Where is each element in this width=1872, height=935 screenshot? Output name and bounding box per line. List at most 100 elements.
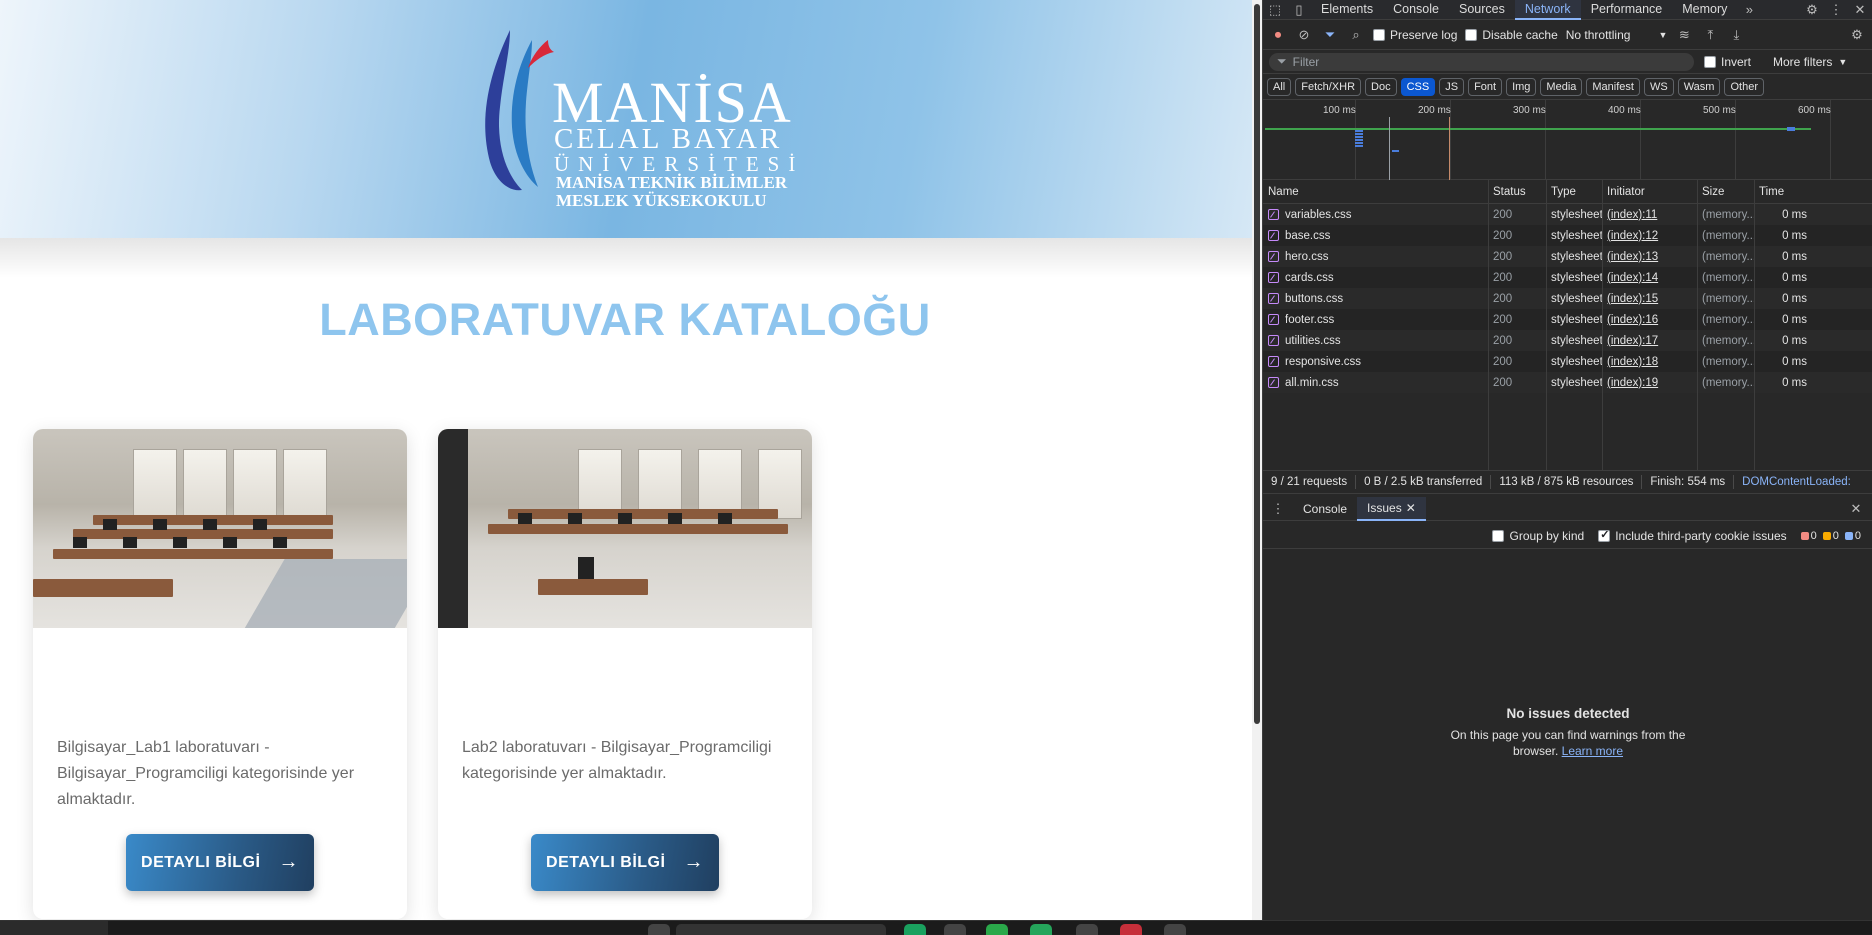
type-filter-media[interactable]: Media xyxy=(1540,77,1583,96)
invert-checkbox[interactable]: Invert xyxy=(1704,55,1751,69)
taskbar-app-icon[interactable] xyxy=(904,924,926,935)
column-time[interactable]: Time xyxy=(1754,180,1811,203)
more-tabs-icon[interactable]: » xyxy=(1737,0,1761,20)
type-filter-wasm[interactable]: Wasm xyxy=(1677,77,1721,96)
requests-table: Name Status Type Initiator Size Time var… xyxy=(1263,180,1872,470)
taskbar-app-icon[interactable] xyxy=(1076,924,1098,935)
table-row[interactable]: utilities.css 200 stylesheet (index):17 (mem… xyxy=(1263,330,1872,351)
drawer-menu-icon[interactable]: ⋮ xyxy=(1269,500,1287,518)
info-count: 0 xyxy=(1844,530,1861,542)
column-initiator[interactable]: Initiator xyxy=(1602,180,1697,203)
cell-initiator[interactable]: (index):16 xyxy=(1602,309,1697,330)
type-filter-img[interactable]: Img xyxy=(1506,77,1537,96)
cell-initiator[interactable]: (index):19 xyxy=(1602,372,1697,393)
export-icon[interactable]: ⤓ xyxy=(1727,26,1745,44)
device-toolbar-icon[interactable]: ▯ xyxy=(1287,0,1311,20)
taskbar-app-icon[interactable] xyxy=(648,924,670,935)
type-filter-other[interactable]: Other xyxy=(1724,77,1764,96)
preserve-log-checkbox[interactable]: Preserve log xyxy=(1373,28,1457,42)
wifi-icon[interactable]: ≋ xyxy=(1675,26,1693,44)
scrollbar-thumb[interactable] xyxy=(1254,4,1260,724)
cell-name[interactable]: all.min.css xyxy=(1263,372,1488,393)
lab-1-details-button[interactable]: DETAYLI BİLGİ → xyxy=(126,834,314,891)
cell-name[interactable]: cards.css xyxy=(1263,267,1488,288)
drawer-tab-console[interactable]: Console xyxy=(1293,497,1357,521)
cell-name[interactable]: base.css xyxy=(1263,225,1488,246)
lab-2-details-button[interactable]: DETAYLI BİLGİ → xyxy=(531,834,719,891)
taskbar-app-icon[interactable] xyxy=(1164,924,1186,935)
type-filter-ws[interactable]: WS xyxy=(1643,77,1674,96)
cell-initiator[interactable]: (index):14 xyxy=(1602,267,1697,288)
table-row[interactable]: all.min.css 200 stylesheet (index):19 (memor… xyxy=(1263,372,1872,393)
group-by-kind-checkbox[interactable]: Group by kind xyxy=(1492,529,1584,543)
table-row[interactable]: base.css 200 stylesheet (index):12 (memory..… xyxy=(1263,225,1872,246)
filter-icon[interactable]: ⏷ xyxy=(1321,26,1339,44)
more-options-icon[interactable]: ⋮ xyxy=(1824,0,1848,20)
more-filters-dropdown[interactable]: More filters ▼ xyxy=(1773,55,1847,69)
drawer-tab-issues[interactable]: Issues ✕ xyxy=(1357,496,1426,521)
type-filter-js[interactable]: JS xyxy=(1439,77,1465,96)
cell-initiator[interactable]: (index):15 xyxy=(1602,288,1697,309)
type-filter-doc[interactable]: Doc xyxy=(1365,77,1397,96)
settings-icon[interactable]: ⚙ xyxy=(1800,0,1824,20)
inspect-element-icon[interactable]: ⬚ xyxy=(1263,0,1287,20)
stylesheet-icon xyxy=(1268,272,1279,283)
table-row[interactable]: variables.css 200 stylesheet (index):11 (mem… xyxy=(1263,204,1872,225)
cell-initiator[interactable]: (index):18 xyxy=(1602,351,1697,372)
column-type[interactable]: Type xyxy=(1546,180,1602,203)
clear-icon[interactable]: ⊘ xyxy=(1295,26,1313,44)
taskbar-search-box[interactable] xyxy=(676,924,886,935)
cell-name[interactable]: utilities.css xyxy=(1263,330,1488,351)
taskbar-app-icon[interactable] xyxy=(1120,924,1142,935)
page-scrollbar[interactable] xyxy=(1252,0,1262,920)
throttling-select[interactable]: No throttling ▼ xyxy=(1566,28,1668,42)
cell-name[interactable]: responsive.css xyxy=(1263,351,1488,372)
filter-input[interactable]: ⏷ Filter xyxy=(1269,52,1694,71)
taskbar-app-icon[interactable] xyxy=(1030,924,1052,935)
third-party-checkbox[interactable]: Include third-party cookie issues xyxy=(1598,528,1787,543)
type-filter-css[interactable]: CSS xyxy=(1400,77,1436,96)
cell-initiator[interactable]: (index):12 xyxy=(1602,225,1697,246)
tab-elements[interactable]: Elements xyxy=(1311,0,1383,20)
tab-console[interactable]: Console xyxy=(1383,0,1449,20)
cell-initiator[interactable]: (index):11 xyxy=(1602,204,1697,225)
column-name[interactable]: Name xyxy=(1263,180,1488,203)
tab-memory[interactable]: Memory xyxy=(1672,0,1737,20)
close-tab-icon[interactable]: ✕ xyxy=(1406,496,1416,520)
cell-name[interactable]: hero.css xyxy=(1263,246,1488,267)
table-row[interactable]: responsive.css 200 stylesheet (index):18 (me… xyxy=(1263,351,1872,372)
type-filter-all[interactable]: All xyxy=(1267,77,1292,96)
tab-network[interactable]: Network xyxy=(1514,0,1581,20)
column-status[interactable]: Status xyxy=(1488,180,1546,203)
network-settings-icon[interactable]: ⚙ xyxy=(1848,26,1866,44)
table-row[interactable]: hero.css 200 stylesheet (index):13 (memory..… xyxy=(1263,246,1872,267)
table-row[interactable]: buttons.css 200 stylesheet (index):15 (memor… xyxy=(1263,288,1872,309)
cell-name[interactable]: buttons.css xyxy=(1263,288,1488,309)
close-drawer-icon[interactable]: ✕ xyxy=(1847,500,1865,518)
tab-performance[interactable]: Performance xyxy=(1581,0,1673,20)
close-devtools-icon[interactable]: ✕ xyxy=(1848,0,1872,20)
learn-more-link[interactable]: Learn more xyxy=(1562,744,1623,758)
type-filter-manifest[interactable]: Manifest xyxy=(1586,77,1640,96)
type-filter-fetch-xhr[interactable]: Fetch/XHR xyxy=(1295,77,1362,96)
cell-initiator[interactable]: (index):17 xyxy=(1602,330,1697,351)
cell-initiator-text: (index):12 xyxy=(1607,229,1659,242)
cell-name[interactable]: variables.css xyxy=(1263,204,1488,225)
tab-sources[interactable]: Sources xyxy=(1449,0,1515,20)
cell-time: 0 ms xyxy=(1754,309,1811,330)
import-icon[interactable]: ⤒ xyxy=(1701,26,1719,44)
record-icon[interactable]: ⏺ xyxy=(1269,26,1287,44)
search-icon[interactable]: ⌕ xyxy=(1347,26,1365,44)
table-row[interactable]: cards.css 200 stylesheet (index):14 (memory.… xyxy=(1263,267,1872,288)
lab-description-1: Bilgisayar_Lab1 laboratuvarı - Bilgisaya… xyxy=(57,739,355,808)
cell-initiator[interactable]: (index):13 xyxy=(1602,246,1697,267)
taskbar-app-icon[interactable] xyxy=(944,924,966,935)
error-count: 0 xyxy=(1800,530,1817,542)
type-filter-font[interactable]: Font xyxy=(1468,77,1503,96)
disable-cache-checkbox[interactable]: Disable cache xyxy=(1465,28,1558,42)
university-logo[interactable]: MANİSA CELAL BAYAR ÜNİVERSİTESİ MANİSA T… xyxy=(470,22,795,212)
table-row[interactable]: footer.css 200 stylesheet (index):16 (memory… xyxy=(1263,309,1872,330)
column-size[interactable]: Size xyxy=(1697,180,1754,203)
cell-name[interactable]: footer.css xyxy=(1263,309,1488,330)
taskbar-app-icon[interactable] xyxy=(986,924,1008,935)
